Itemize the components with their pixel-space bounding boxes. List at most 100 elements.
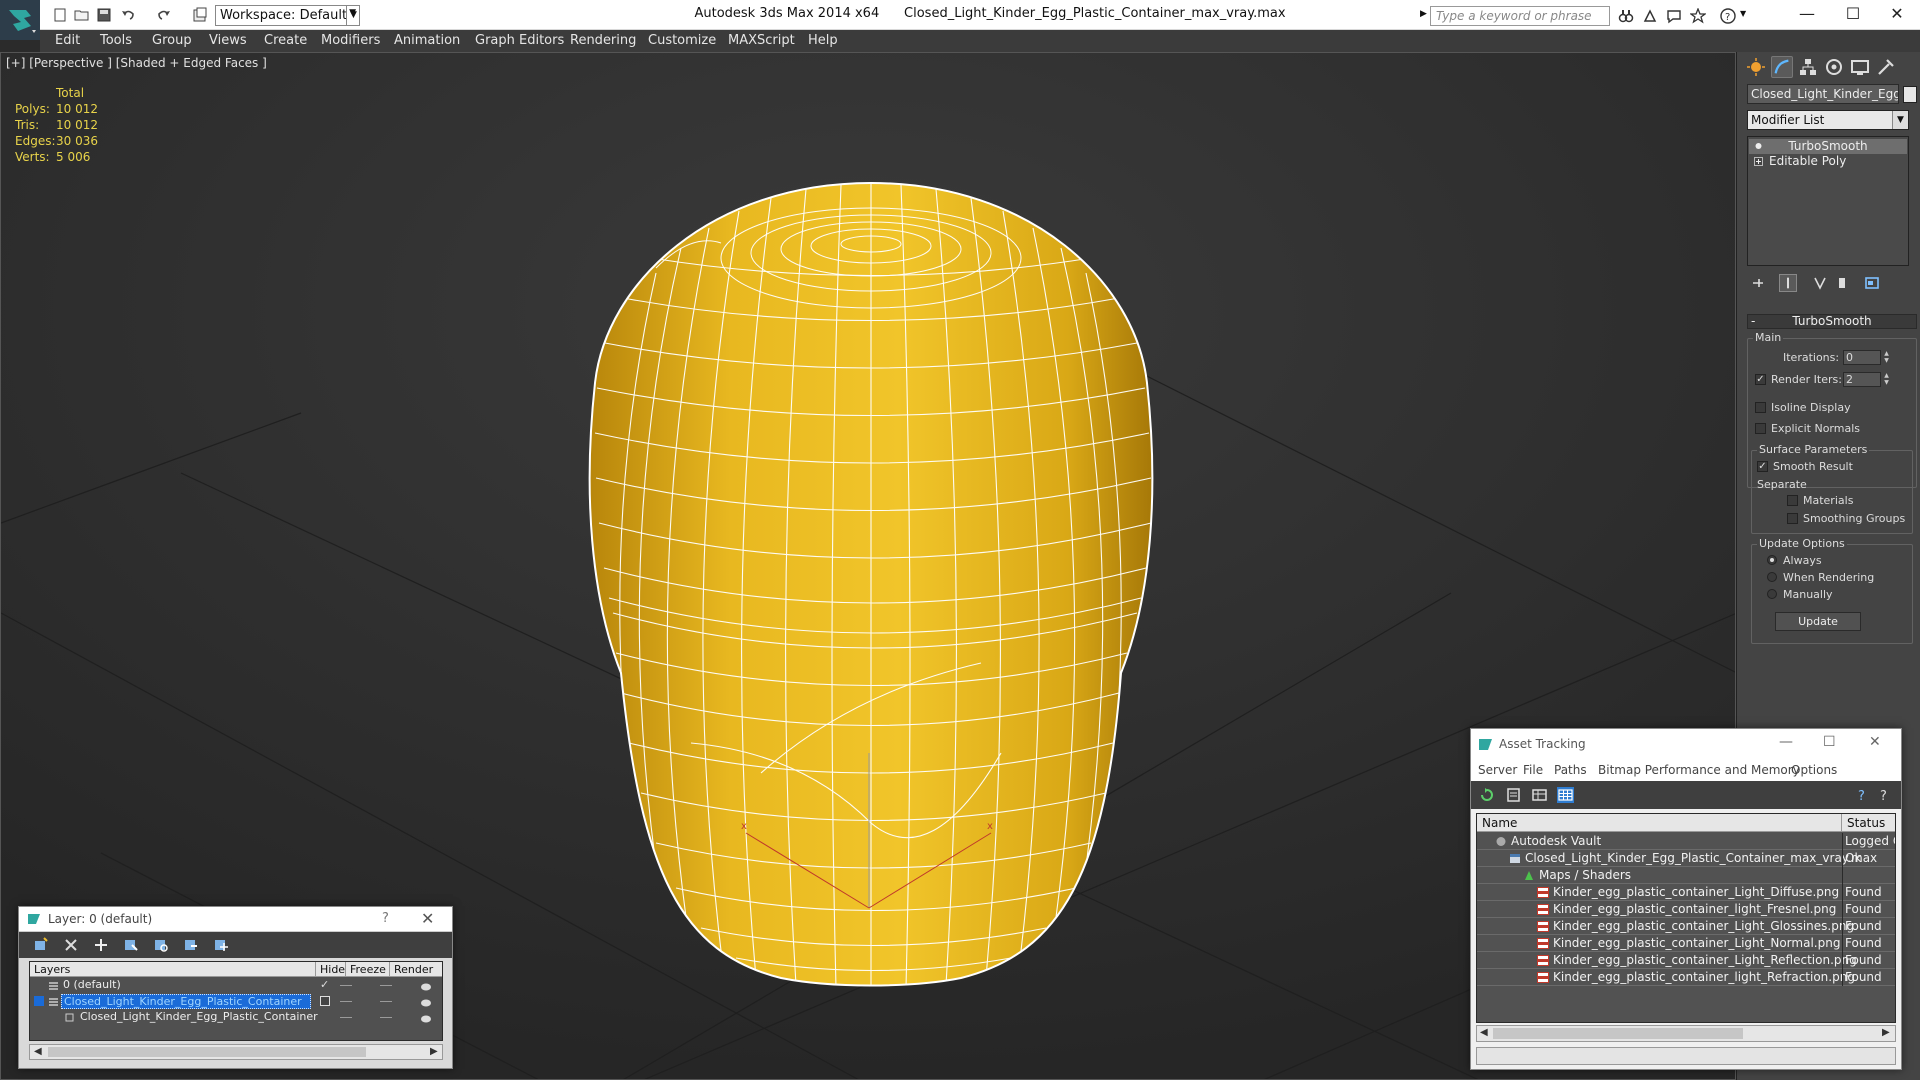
menu-maxscript[interactable]: MAXScript xyxy=(728,33,795,48)
column-status[interactable]: Status xyxy=(1842,814,1895,832)
menu-edit[interactable]: Edit xyxy=(55,33,80,48)
stack-item-turbosmooth[interactable]: TurboSmooth xyxy=(1749,139,1907,154)
layers-table[interactable]: Layers Hide Freeze Render 0 (default) ✓ … xyxy=(29,961,443,1041)
list-view-icon[interactable] xyxy=(1505,787,1522,803)
menu-create[interactable]: Create xyxy=(264,33,307,48)
asset-row-max-file[interactable]: Closed_Light_Kinder_Egg_Plastic_Containe… xyxy=(1477,850,1895,867)
workspace-dropdown[interactable]: Workspace: Default ▼ xyxy=(215,5,360,26)
update-when-rendering-radio[interactable] xyxy=(1767,572,1777,582)
project-folder-icon[interactable] xyxy=(192,7,208,23)
freeze-toggle[interactable] xyxy=(380,1001,392,1002)
asset-row-png[interactable]: Kinder_egg_plastic_container_Light_Gloss… xyxy=(1477,918,1895,935)
minimize-button[interactable]: — xyxy=(1779,734,1793,750)
search-input[interactable]: Type a keyword or phrase xyxy=(1430,6,1610,26)
subscription-icon[interactable] xyxy=(1642,8,1658,24)
asset-row-maps-shaders[interactable]: Maps / Shaders xyxy=(1477,867,1895,884)
render-teapot-icon[interactable] xyxy=(420,997,432,1007)
menu-paths[interactable]: Paths xyxy=(1554,763,1587,777)
render-teapot-icon[interactable] xyxy=(420,1013,432,1023)
materials-checkbox[interactable] xyxy=(1787,495,1798,506)
asset-row-png[interactable]: Kinder_egg_plastic_container_light_Fresn… xyxy=(1477,901,1895,918)
app-menu-button[interactable] xyxy=(0,0,40,40)
menu-rendering[interactable]: Rendering xyxy=(570,33,636,48)
create-layer-icon[interactable] xyxy=(33,937,49,953)
update-manually-radio[interactable] xyxy=(1767,589,1777,599)
modify-tab-icon[interactable] xyxy=(1771,56,1793,78)
viewport-label-menu[interactable]: [+] [Perspective ] [Shaded + Edged Faces… xyxy=(6,56,267,70)
render-iters-spinner[interactable]: 2 xyxy=(1843,372,1881,387)
asset-row-png[interactable]: Kinder_egg_plastic_container_Light_Norma… xyxy=(1477,935,1895,952)
update-button[interactable]: Update xyxy=(1775,612,1861,631)
whats-this-icon[interactable]: ? xyxy=(1877,787,1894,803)
object-name-field[interactable]: Closed_Light_Kinder_Egg_Pla xyxy=(1747,84,1899,104)
update-always-radio[interactable] xyxy=(1767,555,1777,565)
show-end-result-icon[interactable] xyxy=(1779,274,1797,292)
asset-path-field[interactable] xyxy=(1476,1047,1896,1065)
hide-toggle[interactable] xyxy=(340,1001,352,1002)
smooth-result-checkbox[interactable]: ✓ xyxy=(1757,461,1768,472)
render-iters-checkbox[interactable]: ✓ xyxy=(1755,374,1766,385)
menu-customize[interactable]: Customize xyxy=(648,33,716,48)
hierarchy-tab-icon[interactable] xyxy=(1797,56,1819,78)
remove-modifier-icon[interactable] xyxy=(1833,274,1851,292)
minimize-button[interactable]: — xyxy=(1784,2,1830,28)
redo-icon[interactable] xyxy=(156,7,172,23)
save-icon[interactable] xyxy=(96,7,112,23)
menu-graph-editors[interactable]: Graph Editors xyxy=(475,33,564,48)
utilities-tab-icon[interactable] xyxy=(1875,56,1897,78)
layers-horizontal-scrollbar[interactable]: ◀ ▶ xyxy=(29,1044,443,1060)
scroll-thumb[interactable] xyxy=(48,1047,366,1057)
workspace-more-button[interactable]: ▼ xyxy=(346,5,360,26)
communication-center-icon[interactable] xyxy=(1666,8,1682,24)
expand-icon[interactable] xyxy=(34,996,44,1006)
scroll-right-icon[interactable]: ▶ xyxy=(1882,1027,1890,1038)
menu-group[interactable]: Group xyxy=(152,33,192,48)
kinder-egg-container-mesh[interactable] xyxy=(588,181,1154,988)
scroll-left-icon[interactable]: ◀ xyxy=(1480,1027,1488,1038)
table-view-icon[interactable] xyxy=(1557,787,1574,803)
favorites-star-icon[interactable] xyxy=(1690,8,1706,24)
scroll-left-icon[interactable]: ◀ xyxy=(34,1046,42,1057)
display-tab-icon[interactable] xyxy=(1849,56,1871,78)
detail-view-icon[interactable] xyxy=(1531,787,1548,803)
current-layer-box[interactable] xyxy=(320,996,330,1006)
menu-bitmap-performance[interactable]: Bitmap Performance and Memory xyxy=(1598,763,1800,777)
explicit-normals-checkbox[interactable] xyxy=(1755,423,1766,434)
menu-file[interactable]: File xyxy=(1523,763,1543,777)
current-layer-check-icon[interactable]: ✓ xyxy=(320,978,329,991)
binoculars-icon[interactable] xyxy=(1618,8,1634,24)
iterations-spinner-arrows[interactable]: ▲ ▼ xyxy=(1882,350,1891,365)
turbosmooth-rollout-header[interactable]: - TurboSmooth xyxy=(1747,314,1917,329)
menu-server[interactable]: Server xyxy=(1478,763,1517,777)
modifier-stack[interactable]: TurboSmooth Editable Poly xyxy=(1747,136,1909,266)
column-render[interactable]: Render xyxy=(390,962,442,977)
layer-row-kinder-egg[interactable]: Closed_Light_Kinder_Egg_Plastic_Containe… xyxy=(30,994,442,1009)
assets-table[interactable]: Name Status Autodesk Vault Logged O Clos… xyxy=(1476,813,1896,1023)
menu-views[interactable]: Views xyxy=(209,33,247,48)
asset-row-vault[interactable]: Autodesk Vault Logged O xyxy=(1477,833,1895,850)
render-teapot-icon[interactable] xyxy=(420,981,432,991)
lightbulb-icon[interactable] xyxy=(1754,142,1763,151)
menu-options[interactable]: Options xyxy=(1791,763,1837,777)
hide-toggle[interactable] xyxy=(340,985,352,986)
maximize-button[interactable]: ☐ xyxy=(1823,734,1836,750)
smoothing-groups-checkbox[interactable] xyxy=(1787,513,1798,524)
asset-row-png[interactable]: Kinder_egg_plastic_container_Light_Refle… xyxy=(1477,952,1895,969)
create-tab-icon[interactable] xyxy=(1745,56,1767,78)
assets-horizontal-scrollbar[interactable]: ◀ ▶ xyxy=(1476,1025,1896,1042)
maximize-button[interactable]: ☐ xyxy=(1830,2,1876,28)
layer-row-default[interactable]: 0 (default) ✓ xyxy=(30,978,442,993)
help-icon[interactable]: ? xyxy=(1720,8,1736,24)
column-layers[interactable]: Layers xyxy=(30,962,316,977)
menu-animation[interactable]: Animation xyxy=(394,33,460,48)
expand-plus-icon[interactable] xyxy=(1754,157,1763,166)
menu-modifiers[interactable]: Modifiers xyxy=(321,33,380,48)
freeze-toggle[interactable] xyxy=(380,1017,392,1018)
add-to-layer-icon[interactable] xyxy=(93,937,109,953)
stack-item-editable-poly[interactable]: Editable Poly xyxy=(1749,154,1907,169)
help-icon[interactable]: ? xyxy=(1855,787,1872,803)
column-freeze[interactable]: Freeze xyxy=(346,962,390,977)
asset-row-png[interactable]: Kinder_egg_plastic_container_light_Refra… xyxy=(1477,969,1895,986)
configure-modifier-sets-icon[interactable] xyxy=(1863,274,1881,292)
highlight-selected-icon[interactable] xyxy=(153,937,169,953)
